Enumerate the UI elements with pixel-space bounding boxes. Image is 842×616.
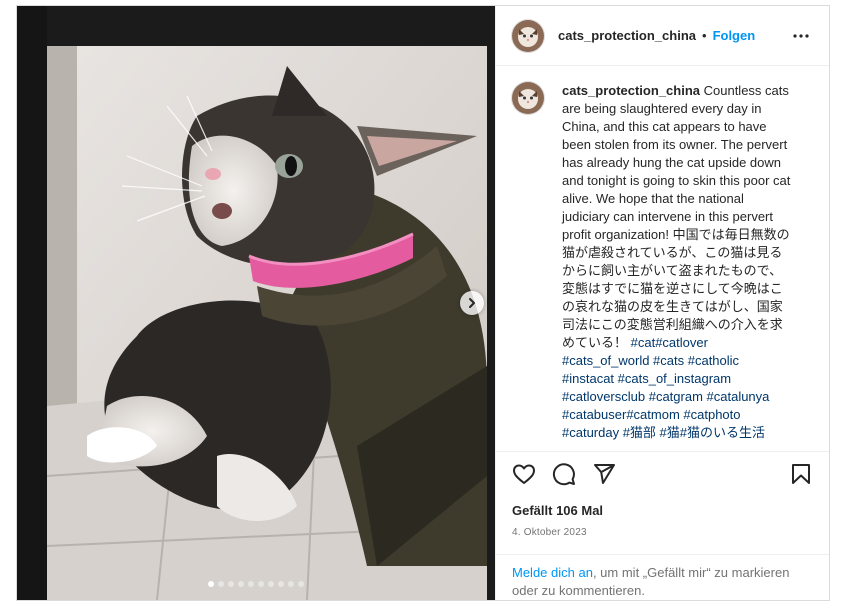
carousel-dot: [238, 581, 244, 587]
caption-avatar[interactable]: [512, 82, 544, 114]
caption-hashtags[interactable]: #cat#catlover #cats_of_world #cats #cath…: [562, 335, 773, 440]
instagram-post: cats_protection_china • Folgen cats_prot…: [16, 5, 830, 601]
post-sidebar: cats_protection_china • Folgen cats_prot…: [495, 6, 829, 600]
avatar[interactable]: [512, 19, 544, 52]
post-media[interactable]: [17, 6, 495, 600]
carousel-indicator: [17, 581, 495, 587]
like-count[interactable]: Gefällt 106 Mal: [512, 503, 603, 518]
carousel-dot: [208, 581, 214, 587]
like-button[interactable]: [512, 462, 536, 486]
caption-body: Countless cats are being slaughtered eve…: [562, 83, 794, 350]
carousel-dot: [248, 581, 254, 587]
login-prompt: Melde dich an, um mit „Gefällt mir“ zu m…: [496, 554, 829, 600]
comment-button[interactable]: [552, 462, 576, 486]
share-paper-plane-icon: [594, 464, 615, 484]
separator-dot: •: [702, 28, 707, 43]
carousel-dot: [298, 581, 304, 587]
carousel-dot: [288, 581, 294, 587]
header-username[interactable]: cats_protection_china: [558, 28, 696, 43]
avatar-image: [512, 82, 544, 114]
login-link[interactable]: Melde dich an: [512, 565, 593, 580]
action-bar: [496, 451, 829, 511]
post-header: cats_protection_china • Folgen: [496, 6, 829, 66]
comment-icon: [552, 463, 575, 486]
heart-outline-icon: [513, 464, 535, 484]
more-horizontal-icon: [793, 33, 809, 38]
carousel-dot: [278, 581, 284, 587]
post-date[interactable]: 4. Oktober 2023: [512, 527, 587, 538]
bookmark-outline-icon: [792, 464, 810, 484]
carousel-dot: [218, 581, 224, 587]
carousel-dot: [268, 581, 274, 587]
caption-text: cats_protection_china Countless cats are…: [562, 82, 794, 440]
carousel-next-button[interactable]: [460, 291, 484, 315]
more-options-button[interactable]: [789, 24, 813, 48]
save-button[interactable]: [789, 462, 813, 486]
cat-photo: [17, 6, 495, 600]
avatar-image: [512, 19, 544, 52]
chevron-right-icon: [469, 298, 475, 308]
caption-username[interactable]: cats_protection_china: [562, 83, 700, 98]
share-button[interactable]: [592, 462, 616, 486]
caption-section: cats_protection_china Countless cats are…: [496, 66, 829, 451]
carousel-dot: [258, 581, 264, 587]
carousel-dot: [228, 581, 234, 587]
follow-button[interactable]: Folgen: [713, 28, 756, 43]
